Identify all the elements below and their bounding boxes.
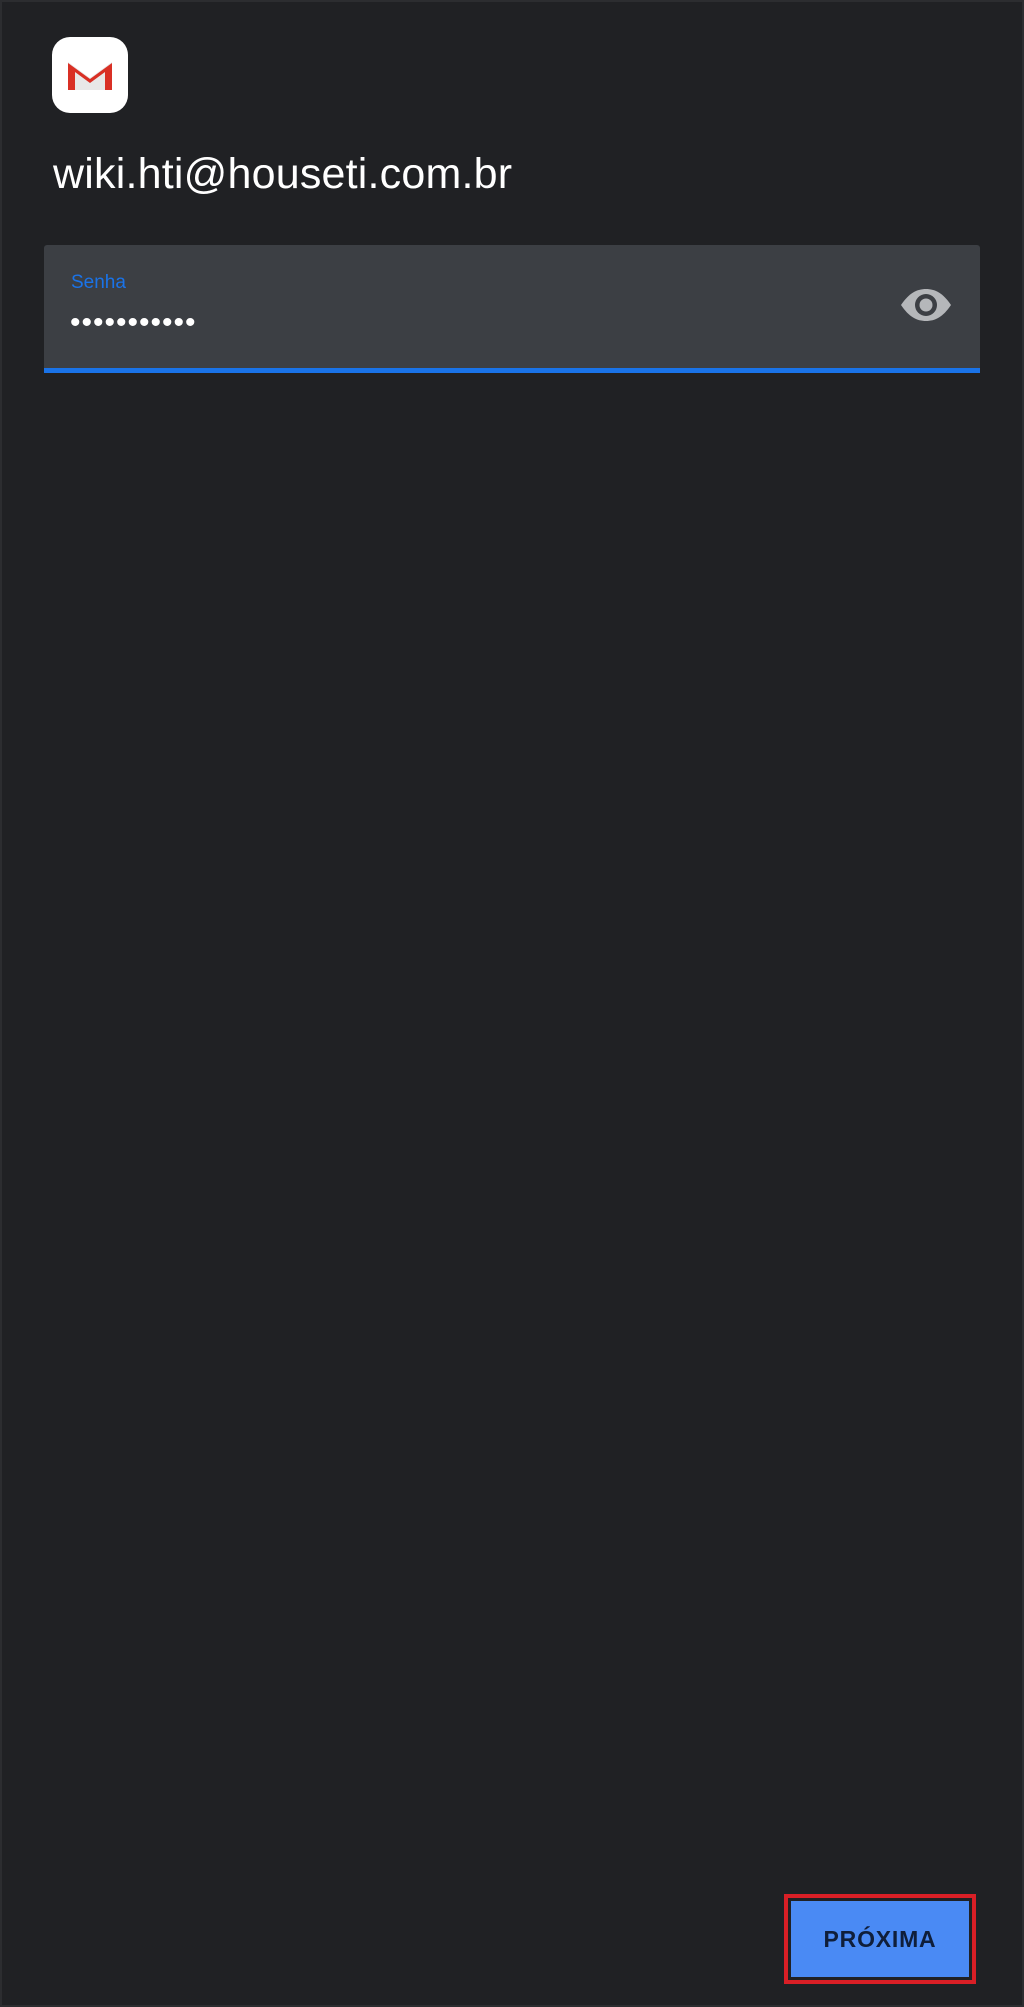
account-email: wiki.hti@houseti.com.br	[53, 150, 513, 198]
next-button-highlight: PRÓXIMA	[784, 1894, 976, 1984]
gmail-password-screen: wiki.hti@houseti.com.br Senha PRÓXIMA	[0, 0, 1024, 2007]
eye-icon[interactable]	[898, 283, 954, 327]
password-field[interactable]: Senha	[44, 245, 980, 373]
next-button[interactable]: PRÓXIMA	[791, 1901, 969, 1977]
password-field-label: Senha	[71, 272, 126, 293]
password-input[interactable]	[70, 305, 770, 341]
gmail-icon	[52, 37, 128, 113]
